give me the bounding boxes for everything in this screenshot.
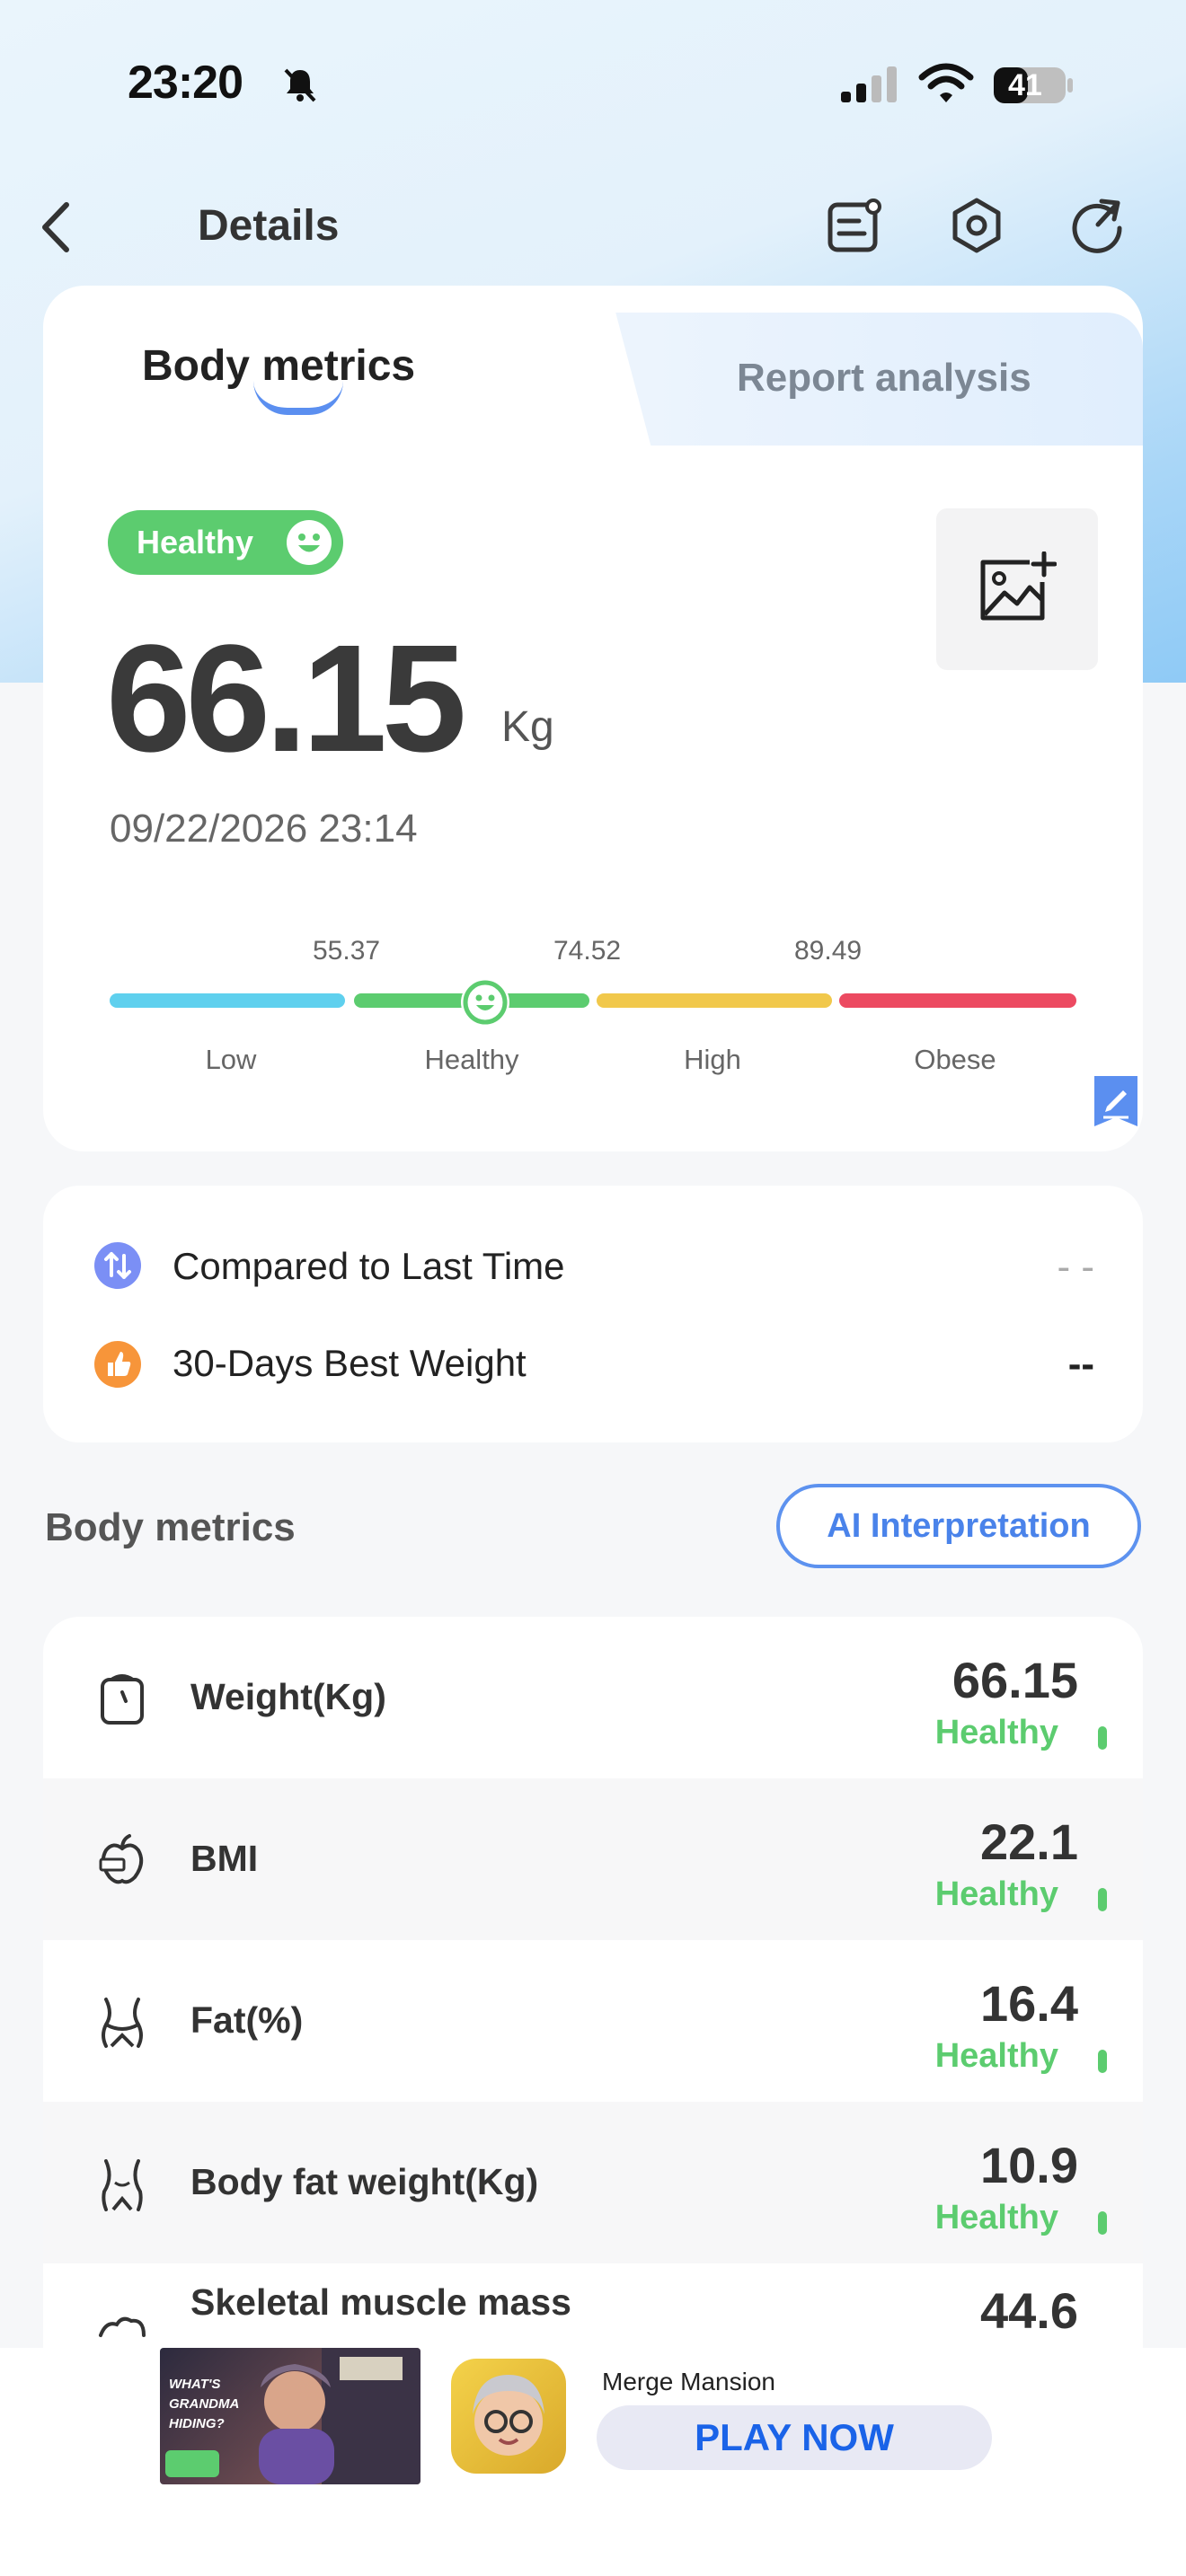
metric-value: 22.1	[980, 1813, 1078, 1870]
settings-icon[interactable]	[947, 196, 1006, 255]
metric-value: 16.4	[980, 1975, 1078, 2032]
current-weight-unit: Kg	[501, 703, 554, 751]
compare-arrows-icon	[94, 1242, 141, 1289]
metric-value: 66.15	[951, 1652, 1078, 1708]
back-icon[interactable]	[36, 199, 77, 255]
measurement-datetime: 09/22/2026 23:14	[110, 807, 418, 851]
edit-icon[interactable]	[1094, 1076, 1137, 1126]
threshold-low-healthy: 55.37	[313, 936, 381, 966]
status-badge-label: Healthy	[137, 524, 254, 560]
compare-last-time-value: - -	[1057, 1245, 1094, 1289]
bell-muted-icon	[284, 68, 316, 102]
metric-status: Healthy	[934, 1714, 1058, 1751]
metric-value: 44.6	[980, 2282, 1078, 2339]
battery-level: 41	[1008, 68, 1042, 102]
metric-label: Skeletal muscle mass	[190, 2281, 571, 2323]
scale-label-obese: Obese	[914, 1044, 996, 1075]
metric-status: Healthy	[934, 1875, 1058, 1913]
scale-segment-low	[110, 993, 345, 1008]
wifi-icon	[918, 63, 974, 102]
scale-segment-obese	[839, 993, 1076, 1008]
scale-label-low: Low	[205, 1044, 257, 1075]
current-weight-value: 66.15	[106, 613, 466, 784]
metric-status-dot	[1098, 1726, 1107, 1750]
report-icon[interactable]	[825, 196, 884, 255]
status-badge: Healthy	[108, 510, 343, 575]
smiley-icon	[287, 520, 332, 565]
grandma-avatar-icon	[473, 2375, 544, 2456]
share-icon[interactable]	[1067, 196, 1127, 255]
metric-status: Healthy	[934, 2199, 1058, 2236]
ad-app-icon[interactable]	[451, 2359, 566, 2474]
metric-status-dot	[1098, 1888, 1107, 1911]
ad-app-name: Merge Mansion	[602, 2368, 775, 2395]
metric-label: Fat(%)	[190, 1999, 304, 2041]
add-image-icon	[980, 551, 1057, 621]
metric-row-body-fat-weight[interactable]: Body fat weight(Kg) 10.9 Healthy	[43, 2102, 1143, 2263]
tab-report-analysis-label[interactable]: Report analysis	[737, 356, 1031, 401]
metrics-list: Weight(Kg) 66.15 Healthy BMI 22.1 Health…	[43, 1617, 1143, 2350]
metric-label: Weight(Kg)	[190, 1676, 386, 1717]
cellular-signal-icon	[841, 66, 897, 102]
metric-status-dot	[1098, 2211, 1107, 2235]
compare-last-time-label: Compared to Last Time	[173, 1245, 565, 1287]
metric-label: BMI	[190, 1838, 259, 1879]
battery-icon: 41	[992, 65, 1075, 106]
page-title: Details	[198, 202, 340, 250]
metric-status: Healthy	[934, 2037, 1058, 2075]
comparison-card	[43, 1186, 1143, 1442]
scale-label-healthy: Healthy	[424, 1044, 519, 1075]
ad-banner-text: WHAT'S GRANDMA HIDING?	[169, 2377, 239, 2431]
metric-value: 10.9	[980, 2137, 1078, 2193]
muscle-icon	[99, 2316, 146, 2337]
threshold-healthy-high: 74.52	[553, 936, 622, 966]
scale-icon	[101, 1674, 144, 1725]
ai-interpretation-button[interactable]: AI Interpretation	[776, 1484, 1141, 1568]
best-weight-value: --	[1067, 1342, 1094, 1386]
scale-indicator-icon	[461, 978, 509, 1027]
metrics-section-title: Body metrics	[45, 1505, 296, 1549]
metric-row-weight[interactable]: Weight(Kg) 66.15 Healthy	[43, 1617, 1143, 1778]
ad-play-now-button[interactable]: PLAY NOW	[597, 2405, 992, 2470]
waist-icon	[102, 1998, 143, 2048]
scale-segment-high	[597, 993, 832, 1008]
ad-banner-image[interactable]: WHAT'S GRANDMA HIDING?	[160, 2348, 420, 2484]
best-weight-label: 30-Days Best Weight	[173, 1342, 527, 1384]
metric-row-bmi[interactable]: BMI 22.1 Healthy	[43, 1778, 1143, 1940]
scale-label-high: High	[684, 1044, 741, 1075]
metric-label: Body fat weight(Kg)	[190, 2161, 539, 2202]
threshold-high-obese: 89.49	[794, 936, 863, 966]
metric-status-dot	[1098, 2050, 1107, 2073]
metric-row-skeletal-muscle[interactable]: Skeletal muscle mass 44.6	[43, 2263, 1143, 2350]
status-time: 23:20	[128, 57, 243, 109]
add-photo-button[interactable]	[936, 508, 1098, 670]
torso-icon	[102, 2159, 143, 2211]
apple-tape-icon	[99, 1834, 144, 1884]
metric-row-fat[interactable]: Fat(%) 16.4 Healthy	[43, 1940, 1143, 2102]
thumbs-up-icon	[94, 1341, 141, 1388]
